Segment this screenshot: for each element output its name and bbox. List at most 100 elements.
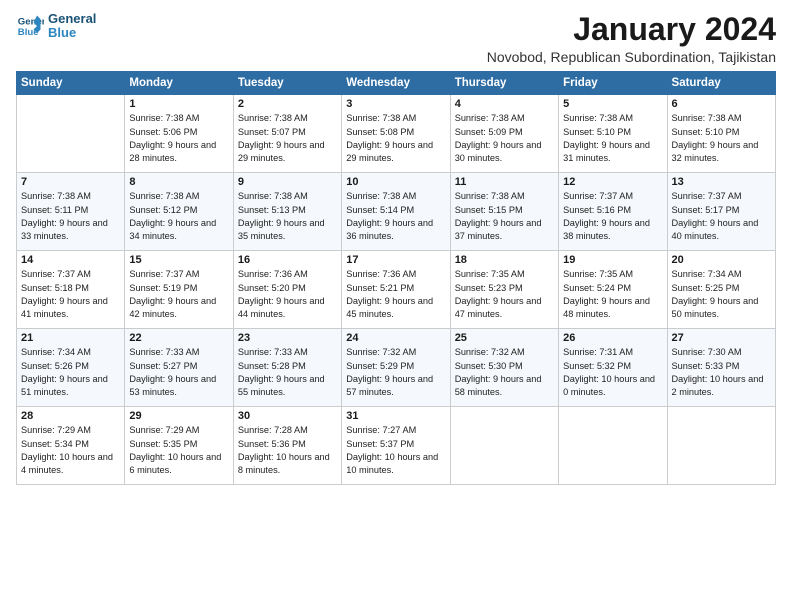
day-number: 17 <box>346 254 445 266</box>
calendar-week-4: 21 Sunrise: 7:34 AMSunset: 5:26 PMDayligh… <box>17 329 776 407</box>
day-info: Sunrise: 7:27 AMSunset: 5:37 PMDaylight:… <box>346 424 445 477</box>
day-info: Sunrise: 7:29 AMSunset: 5:34 PMDaylight:… <box>21 424 120 477</box>
calendar-cell: 3 Sunrise: 7:38 AMSunset: 5:08 PMDaylight… <box>342 95 450 173</box>
day-number: 1 <box>129 98 228 110</box>
day-info: Sunrise: 7:36 AMSunset: 5:21 PMDaylight:… <box>346 268 445 321</box>
day-number: 26 <box>563 332 662 344</box>
calendar-cell: 25 Sunrise: 7:32 AMSunset: 5:30 PMDayligh… <box>450 329 558 407</box>
day-number: 6 <box>672 98 771 110</box>
day-info: Sunrise: 7:31 AMSunset: 5:32 PMDaylight:… <box>563 346 662 399</box>
day-number: 14 <box>21 254 120 266</box>
logo-line2: Blue <box>48 26 96 40</box>
day-info: Sunrise: 7:38 AMSunset: 5:09 PMDaylight:… <box>455 112 554 165</box>
calendar-cell <box>667 407 775 485</box>
calendar-cell: 1 Sunrise: 7:38 AMSunset: 5:06 PMDaylight… <box>125 95 233 173</box>
day-info: Sunrise: 7:37 AMSunset: 5:16 PMDaylight:… <box>563 190 662 243</box>
header-row: Sunday Monday Tuesday Wednesday Thursday… <box>17 72 776 95</box>
calendar-cell <box>450 407 558 485</box>
calendar-cell: 2 Sunrise: 7:38 AMSunset: 5:07 PMDaylight… <box>233 95 341 173</box>
calendar-cell: 24 Sunrise: 7:32 AMSunset: 5:29 PMDayligh… <box>342 329 450 407</box>
calendar-cell: 20 Sunrise: 7:34 AMSunset: 5:25 PMDayligh… <box>667 251 775 329</box>
day-info: Sunrise: 7:36 AMSunset: 5:20 PMDaylight:… <box>238 268 337 321</box>
calendar-cell: 13Sunrise: 7:37 AMSunset: 5:17 PMDayligh… <box>667 173 775 251</box>
day-number: 3 <box>346 98 445 110</box>
day-info: Sunrise: 7:33 AMSunset: 5:28 PMDaylight:… <box>238 346 337 399</box>
calendar-cell: 8 Sunrise: 7:38 AMSunset: 5:12 PMDaylight… <box>125 173 233 251</box>
calendar-cell: 12 Sunrise: 7:37 AMSunset: 5:16 PMDayligh… <box>559 173 667 251</box>
day-number: 24 <box>346 332 445 344</box>
day-number: 15 <box>129 254 228 266</box>
day-info: Sunrise: 7:38 AMSunset: 5:15 PMDaylight:… <box>455 190 554 243</box>
calendar-cell <box>559 407 667 485</box>
day-number: 30 <box>238 410 337 422</box>
calendar-cell: 4 Sunrise: 7:38 AMSunset: 5:09 PMDaylight… <box>450 95 558 173</box>
calendar-cell <box>17 95 125 173</box>
calendar-week-5: 28Sunrise: 7:29 AMSunset: 5:34 PMDayligh… <box>17 407 776 485</box>
day-number: 10 <box>346 176 445 188</box>
day-info: Sunrise: 7:38 AMSunset: 5:07 PMDaylight:… <box>238 112 337 165</box>
day-info: Sunrise: 7:32 AMSunset: 5:29 PMDaylight:… <box>346 346 445 399</box>
calendar-cell: 30 Sunrise: 7:28 AMSunset: 5:36 PMDayligh… <box>233 407 341 485</box>
day-info: Sunrise: 7:38 AMSunset: 5:11 PMDaylight:… <box>21 190 120 243</box>
day-number: 8 <box>129 176 228 188</box>
day-number: 29 <box>129 410 228 422</box>
calendar-cell: 28Sunrise: 7:29 AMSunset: 5:34 PMDayligh… <box>17 407 125 485</box>
day-info: Sunrise: 7:30 AMSunset: 5:33 PMDaylight:… <box>672 346 771 399</box>
day-number: 12 <box>563 176 662 188</box>
day-info: Sunrise: 7:37 AMSunset: 5:18 PMDaylight:… <box>21 268 120 321</box>
calendar-cell: 26 Sunrise: 7:31 AMSunset: 5:32 PMDayligh… <box>559 329 667 407</box>
day-info: Sunrise: 7:33 AMSunset: 5:27 PMDaylight:… <box>129 346 228 399</box>
day-number: 16 <box>238 254 337 266</box>
calendar-cell: 31 Sunrise: 7:27 AMSunset: 5:37 PMDayligh… <box>342 407 450 485</box>
calendar-cell: 14 Sunrise: 7:37 AMSunset: 5:18 PMDayligh… <box>17 251 125 329</box>
calendar-table: Sunday Monday Tuesday Wednesday Thursday… <box>16 71 776 485</box>
day-number: 9 <box>238 176 337 188</box>
calendar-cell: 18Sunrise: 7:35 AMSunset: 5:23 PMDayligh… <box>450 251 558 329</box>
calendar-cell: 5Sunrise: 7:38 AMSunset: 5:10 PMDaylight… <box>559 95 667 173</box>
day-info: Sunrise: 7:38 AMSunset: 5:06 PMDaylight:… <box>129 112 228 165</box>
header-monday: Monday <box>125 72 233 95</box>
day-number: 7 <box>21 176 120 188</box>
calendar-subtitle: Novobod, Republican Subordination, Tajik… <box>487 49 776 65</box>
day-number: 31 <box>346 410 445 422</box>
day-info: Sunrise: 7:38 AMSunset: 5:10 PMDaylight:… <box>672 112 771 165</box>
header-friday: Friday <box>559 72 667 95</box>
calendar-cell: 21 Sunrise: 7:34 AMSunset: 5:26 PMDayligh… <box>17 329 125 407</box>
day-info: Sunrise: 7:37 AMSunset: 5:17 PMDaylight:… <box>672 190 771 243</box>
day-info: Sunrise: 7:38 AMSunset: 5:10 PMDaylight:… <box>563 112 662 165</box>
day-number: 27 <box>672 332 771 344</box>
day-info: Sunrise: 7:38 AMSunset: 5:08 PMDaylight:… <box>346 112 445 165</box>
calendar-cell: 17 Sunrise: 7:36 AMSunset: 5:21 PMDayligh… <box>342 251 450 329</box>
calendar-cell: 19Sunrise: 7:35 AMSunset: 5:24 PMDayligh… <box>559 251 667 329</box>
day-info: Sunrise: 7:34 AMSunset: 5:25 PMDaylight:… <box>672 268 771 321</box>
day-number: 2 <box>238 98 337 110</box>
calendar-week-2: 7 Sunrise: 7:38 AMSunset: 5:11 PMDaylight… <box>17 173 776 251</box>
day-info: Sunrise: 7:38 AMSunset: 5:13 PMDaylight:… <box>238 190 337 243</box>
day-number: 22 <box>129 332 228 344</box>
calendar-title: January 2024 <box>487 12 776 47</box>
calendar-cell: 23 Sunrise: 7:33 AMSunset: 5:28 PMDayligh… <box>233 329 341 407</box>
day-info: Sunrise: 7:34 AMSunset: 5:26 PMDaylight:… <box>21 346 120 399</box>
day-number: 23 <box>238 332 337 344</box>
day-number: 11 <box>455 176 554 188</box>
calendar-week-3: 14 Sunrise: 7:37 AMSunset: 5:18 PMDayligh… <box>17 251 776 329</box>
calendar-cell: 10 Sunrise: 7:38 AMSunset: 5:14 PMDayligh… <box>342 173 450 251</box>
day-info: Sunrise: 7:28 AMSunset: 5:36 PMDaylight:… <box>238 424 337 477</box>
header-saturday: Saturday <box>667 72 775 95</box>
day-info: Sunrise: 7:38 AMSunset: 5:14 PMDaylight:… <box>346 190 445 243</box>
title-block: January 2024 Novobod, Republican Subordi… <box>487 12 776 65</box>
calendar-cell: 29 Sunrise: 7:29 AMSunset: 5:35 PMDayligh… <box>125 407 233 485</box>
day-info: Sunrise: 7:38 AMSunset: 5:12 PMDaylight:… <box>129 190 228 243</box>
calendar-cell: 22 Sunrise: 7:33 AMSunset: 5:27 PMDayligh… <box>125 329 233 407</box>
day-number: 4 <box>455 98 554 110</box>
day-number: 20 <box>672 254 771 266</box>
calendar-cell: 16 Sunrise: 7:36 AMSunset: 5:20 PMDayligh… <box>233 251 341 329</box>
calendar-cell: 27 Sunrise: 7:30 AMSunset: 5:33 PMDayligh… <box>667 329 775 407</box>
day-info: Sunrise: 7:29 AMSunset: 5:35 PMDaylight:… <box>129 424 228 477</box>
day-number: 25 <box>455 332 554 344</box>
day-info: Sunrise: 7:32 AMSunset: 5:30 PMDaylight:… <box>455 346 554 399</box>
header-thursday: Thursday <box>450 72 558 95</box>
header-wednesday: Wednesday <box>342 72 450 95</box>
day-number: 21 <box>21 332 120 344</box>
logo: General Blue General Blue <box>16 12 96 41</box>
